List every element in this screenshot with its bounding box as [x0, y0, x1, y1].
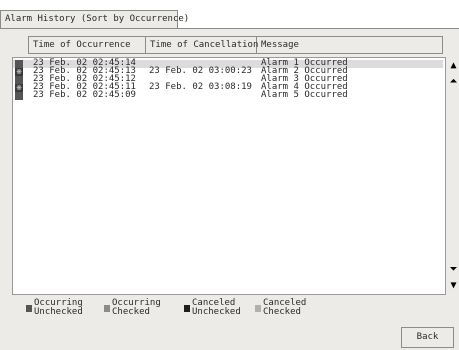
status-legend: Occurring Unchecked Occurring Checked Ca…: [0, 299, 459, 323]
scroll-down-button[interactable]: ▼: [448, 279, 459, 293]
alarm-history-tab[interactable]: Alarm History (Sort by Occurrence): [0, 10, 189, 28]
legend-swatch: [104, 305, 110, 312]
alarm-message: Alarm 5 Occurred: [261, 90, 348, 100]
scroll-up-button[interactable]: ▲: [448, 59, 459, 73]
status-marker: ※: [15, 68, 23, 76]
alarm-list[interactable]: 23 Feb. 02 02:45:14 Alarm 1 Occurred ※ 2…: [12, 57, 446, 295]
legend-swatch: [255, 305, 261, 312]
column-header: Time of Occurrence Time of Cancellation …: [28, 36, 443, 54]
column-header-message[interactable]: Message: [257, 37, 442, 53]
status-marker: ※: [15, 84, 23, 92]
legend-swatch: [184, 305, 190, 312]
scrollbar: ▲ ⏶ ⏷ ▼: [448, 59, 459, 295]
legend-label-line2: Unchecked: [34, 307, 83, 317]
status-marker: [15, 92, 23, 100]
page-down-button[interactable]: ⏷: [448, 263, 459, 277]
legend-swatch: [26, 305, 32, 312]
alarm-row[interactable]: 23 Feb. 02 02:45:09 Alarm 5 Occurred: [13, 90, 443, 100]
alarm-history-panel: Time of Occurrence Time of Cancellation …: [0, 28, 459, 350]
column-header-occurrence[interactable]: Time of Occurrence: [29, 37, 146, 53]
legend-label-line2: Unchecked: [192, 307, 241, 317]
status-marker: [15, 60, 23, 68]
status-marker: [15, 76, 23, 84]
legend-label-line2: Checked: [112, 307, 150, 317]
legend-label-line2: Checked: [263, 307, 301, 317]
cancellation-time: 23 Feb. 02 03:00:23: [149, 66, 252, 76]
cancellation-time: 23 Feb. 02 03:08:19: [149, 82, 252, 92]
column-header-cancellation[interactable]: Time of Cancellation: [146, 37, 258, 53]
back-button[interactable]: Back: [401, 327, 454, 348]
tab-title: Alarm History (Sort by Occurrence): [5, 14, 190, 24]
page-up-button[interactable]: ⏶: [448, 75, 459, 89]
occurrence-time: 23 Feb. 02 02:45:09: [33, 90, 136, 100]
